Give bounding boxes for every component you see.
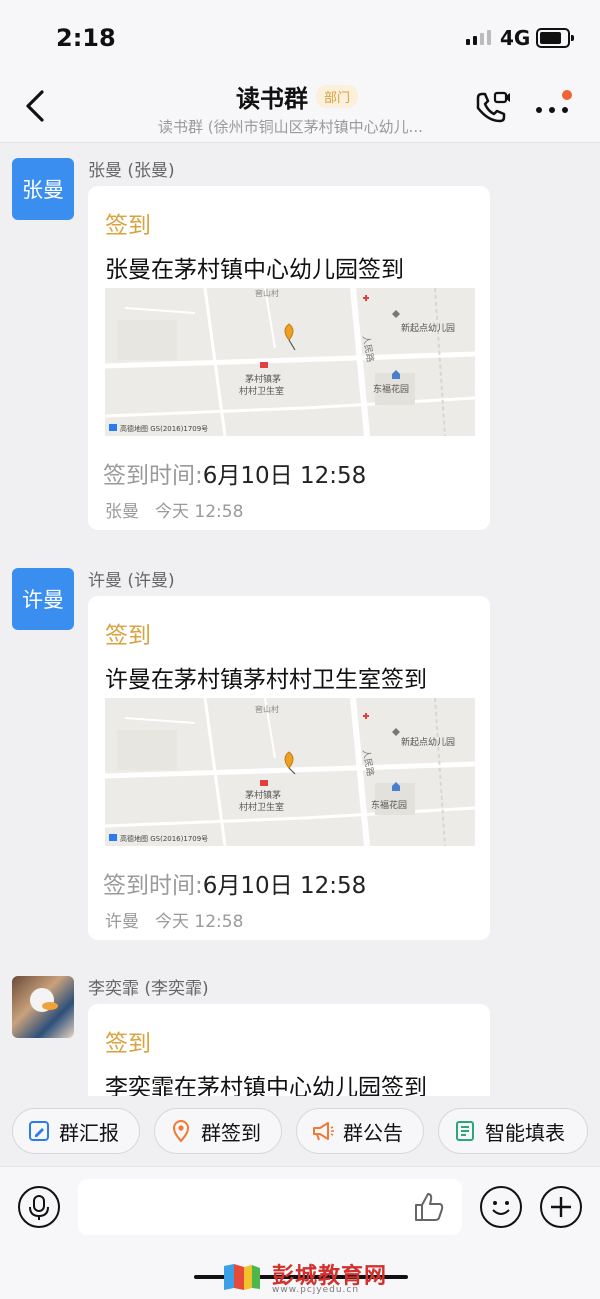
checkin-tag: 签到 — [105, 213, 151, 239]
message-input[interactable] — [78, 1179, 462, 1235]
location-map[interactable]: 茅村镇茅 村村卫生室 新起点幼儿园 东福花园 人民路 窖山村 高德地图 GS(2… — [105, 698, 475, 846]
map-label-clinic-2: 村村卫生室 — [239, 801, 284, 813]
message-item: 李奕霏 (李奕霏) 签到 李奕霏在茅村镇中心幼儿园签到 — [0, 976, 600, 1096]
action-label: 群公告 — [343, 1120, 403, 1145]
group-checkin-button[interactable]: 群签到 — [154, 1108, 282, 1154]
checkin-card[interactable]: 签到 李奕霏在茅村镇中心幼儿园签到 — [88, 1004, 490, 1096]
checkin-text: 张曼在茅村镇中心幼儿园签到 — [105, 257, 404, 283]
status-time: 2:18 — [56, 24, 116, 52]
action-label: 群签到 — [201, 1120, 261, 1145]
map-label-kindergarten: 新起点幼儿园 — [401, 322, 455, 334]
checkin-time: 签到时间:6月10日 12:58 — [103, 866, 366, 900]
group-call-icon[interactable] — [472, 88, 512, 128]
form-icon — [456, 1121, 474, 1141]
sender-name: 李奕霏 (李奕霏) — [88, 979, 209, 999]
emoji-button[interactable] — [480, 1186, 522, 1228]
map-label-clinic-2: 村村卫生室 — [239, 385, 284, 397]
plus-icon — [551, 1197, 571, 1217]
page-title: 读书群 — [236, 85, 308, 113]
card-footer: 许曼 今天 12:58 — [105, 907, 243, 932]
status-bar: 2:18 4G — [0, 0, 600, 76]
avatar[interactable]: 许曼 — [12, 568, 74, 630]
watermark-url: www.pcjyedu.cn — [272, 1285, 360, 1295]
map-label-clinic: 茅村镇茅 — [245, 373, 281, 385]
map-label-village: 窖山村 — [255, 704, 279, 714]
map-copyright: 高德地图 GS(2016)1709号 — [120, 834, 208, 843]
battery-icon — [536, 28, 574, 48]
checkin-text: 李奕霏在茅村镇中心幼儿园签到 — [105, 1075, 427, 1096]
checkin-time-value: 6月10日 12:58 — [202, 873, 367, 899]
group-report-button[interactable]: 群汇报 — [12, 1108, 140, 1154]
notification-dot — [562, 90, 572, 100]
group-subtitle: 读书群 (徐州市铜山区茅村镇中心幼儿... — [158, 118, 423, 136]
megaphone-icon — [313, 1122, 334, 1141]
checkin-card[interactable]: 签到 许曼在茅村镇茅村村卫生室签到 茅村镇茅 村村卫生室 新起点幼儿园 东福花园… — [88, 596, 490, 940]
card-footer: 张曼 今天 12:58 — [105, 497, 243, 522]
checkin-tag: 签到 — [105, 623, 151, 649]
more-options-button[interactable] — [532, 90, 576, 126]
map-label-village: 窖山村 — [255, 288, 279, 298]
location-icon — [172, 1120, 190, 1143]
quick-actions-bar: 群汇报 群签到 群公告 智能填表 — [0, 1096, 600, 1166]
smart-form-button[interactable]: 智能填表 — [438, 1108, 588, 1154]
voice-button[interactable] — [18, 1186, 60, 1228]
avatar[interactable] — [12, 976, 74, 1038]
map-copyright: 高德地图 GS(2016)1709号 — [120, 424, 208, 433]
report-icon — [29, 1121, 49, 1141]
sender-name: 张曼 (张曼) — [88, 161, 175, 181]
sender-name: 许曼 (许曼) — [88, 571, 175, 591]
footer-time: 今天 12:58 — [155, 912, 244, 932]
checkin-time-label: 签到时间: — [103, 463, 203, 489]
footer-name: 许曼 — [105, 912, 139, 932]
checkin-text: 许曼在茅村镇茅村村卫生室签到 — [105, 667, 427, 693]
checkin-time: 签到时间:6月10日 12:58 — [103, 456, 366, 490]
signal-icon — [466, 30, 491, 45]
footer-name: 张曼 — [105, 502, 139, 522]
title-group: 读书群 部门 — [236, 79, 359, 114]
group-announcement-button[interactable]: 群公告 — [296, 1108, 424, 1154]
avatar[interactable]: 张曼 — [12, 158, 74, 220]
map-label-garden: 东福花园 — [371, 799, 407, 811]
microphone-icon — [29, 1195, 49, 1220]
dept-badge: 部门 — [316, 85, 359, 108]
checkin-card[interactable]: 签到 张曼在茅村镇中心幼儿园签到 茅村镇茅 村村卫生室 新起点幼儿园 东福花园 … — [88, 186, 490, 530]
location-map[interactable]: 茅村镇茅 村村卫生室 新起点幼儿园 东福花园 人民路 窖山村 高德地图 GS(2… — [105, 288, 475, 436]
chat-header: 读书群 部门 读书群 (徐州市铜山区茅村镇中心幼儿... — [0, 76, 600, 143]
thumbs-up-icon[interactable] — [412, 1190, 446, 1224]
checkin-time-label: 签到时间: — [103, 873, 203, 899]
smiley-icon — [492, 1201, 510, 1215]
action-label: 群汇报 — [59, 1120, 119, 1145]
back-arrow-icon[interactable] — [20, 86, 54, 126]
checkin-time-value: 6月10日 12:58 — [202, 463, 367, 489]
footer-time: 今天 12:58 — [155, 502, 244, 522]
map-label-clinic: 茅村镇茅 — [245, 789, 281, 801]
map-label-kindergarten: 新起点幼儿园 — [401, 736, 455, 748]
network-type: 4G — [500, 26, 531, 50]
plus-button[interactable] — [540, 1186, 582, 1228]
checkin-tag: 签到 — [105, 1031, 151, 1057]
map-label-garden: 东福花园 — [373, 383, 409, 395]
action-label: 智能填表 — [485, 1120, 565, 1145]
